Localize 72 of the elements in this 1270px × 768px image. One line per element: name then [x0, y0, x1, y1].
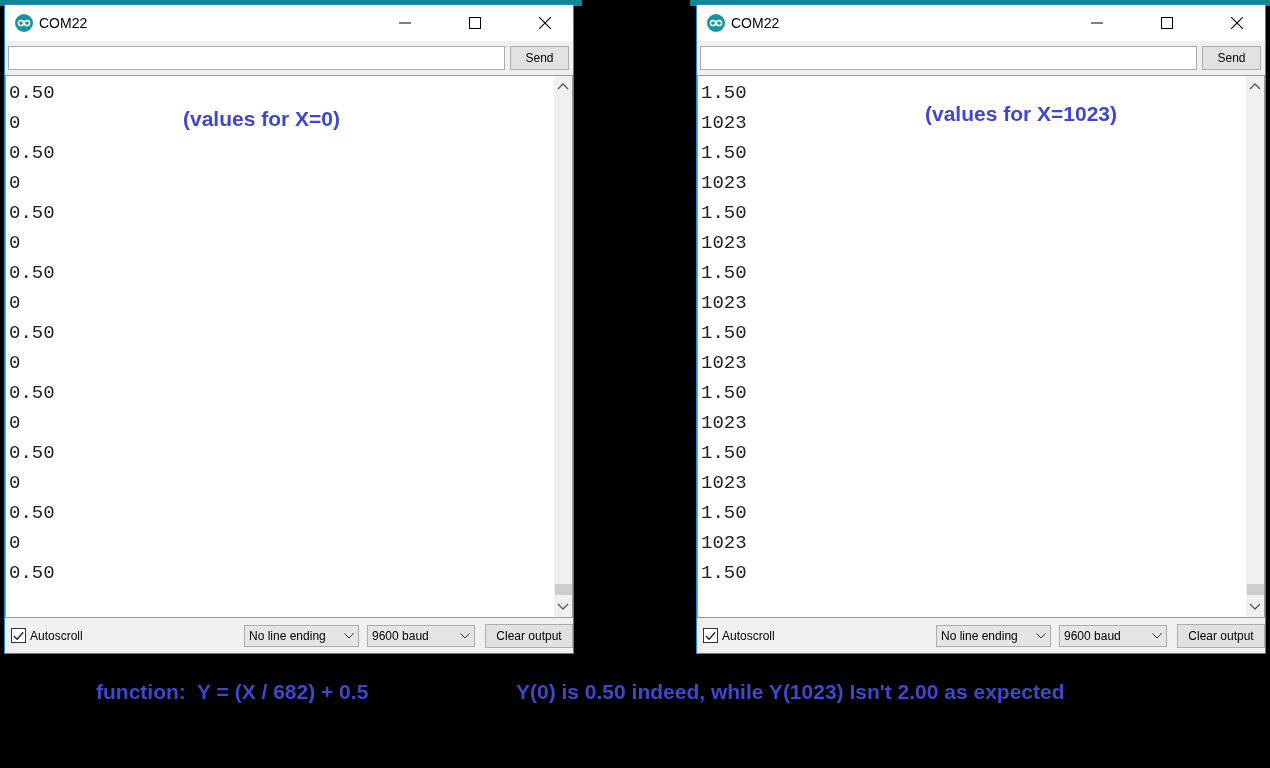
window-title: COM22 [731, 15, 780, 31]
caption: Y(0) is 0.50 indeed, while Y(1023) Isn't 2.00 as expected [516, 680, 1065, 704]
input-field[interactable] [8, 46, 505, 70]
line-ending-dropdown[interactable]: No line ending [244, 624, 359, 647]
output-line: 0 [9, 411, 21, 436]
autoscroll-label: Autoscroll [30, 628, 83, 643]
output-line: 1.50 [701, 201, 747, 226]
annotation: (values for X=0) [183, 107, 340, 131]
output-line: 1.50 [701, 81, 747, 106]
autoscroll-checkbox[interactable] [11, 628, 26, 643]
scroll-thumb[interactable] [554, 584, 572, 595]
output-line: 0 [9, 171, 21, 196]
output-line: 1023 [701, 111, 747, 136]
output-line: 0.50 [9, 141, 55, 166]
output-line: 0 [9, 231, 21, 256]
autoscroll-label: Autoscroll [722, 628, 775, 643]
caption: function: Y = (X / 682) + 0.5 [96, 680, 370, 704]
window-title: COM22 [39, 15, 88, 31]
output-line: 1.50 [701, 321, 747, 346]
output-line: 1023 [701, 171, 747, 196]
output-line: 1023 [701, 231, 747, 256]
output-line: 0.50 [9, 321, 55, 346]
output-line: 0.50 [9, 201, 55, 226]
output-line: 1023 [701, 531, 747, 556]
maximize-icon[interactable] [1161, 17, 1173, 29]
send-button[interactable]: Send [1202, 46, 1261, 70]
close-icon[interactable] [1231, 17, 1243, 29]
output-line: 0 [9, 471, 21, 496]
send-button[interactable]: Send [510, 46, 569, 70]
scroll-down-icon[interactable] [557, 603, 569, 611]
caret-icon [1152, 632, 1162, 639]
output-line: 0.50 [9, 441, 55, 466]
scrollbar[interactable] [1246, 76, 1264, 617]
maximize-icon[interactable] [469, 17, 481, 29]
output-line: 0.50 [9, 561, 55, 586]
output-line: 0 [9, 351, 21, 376]
output-line: 0.50 [9, 261, 55, 286]
caret-icon [460, 632, 470, 639]
caret-icon [1036, 632, 1046, 639]
output-line: 1.50 [701, 561, 747, 586]
output-line: 0.50 [9, 81, 55, 106]
output-line: 0 [9, 531, 21, 556]
output-line: 0.50 [9, 501, 55, 526]
caret-icon [344, 632, 354, 639]
output-line: 1023 [701, 411, 747, 436]
clear-output-button[interactable]: Clear output [485, 623, 573, 648]
output-line: 1.50 [701, 141, 747, 166]
baud-rate-dropdown[interactable]: 9600 baud [367, 624, 475, 647]
baud-rate-dropdown[interactable]: 9600 baud [1059, 624, 1167, 647]
output-line: 1.50 [701, 441, 747, 466]
scroll-thumb[interactable] [1246, 584, 1264, 595]
output-line: 1023 [701, 351, 747, 376]
clear-output-button[interactable]: Clear output [1177, 623, 1265, 648]
output-line: 1023 [701, 291, 747, 316]
output-line: 0 [9, 111, 21, 136]
output-line: 0.50 [9, 381, 55, 406]
scroll-down-icon[interactable] [1249, 603, 1261, 611]
output-line: 1.50 [701, 261, 747, 286]
app-logo-icon [15, 14, 33, 32]
close-icon[interactable] [539, 17, 551, 29]
output-line: 1.50 [701, 381, 747, 406]
line-ending-dropdown[interactable]: No line ending [936, 624, 1051, 647]
input-field[interactable] [700, 46, 1197, 70]
output-line: 1023 [701, 471, 747, 496]
annotation: (values for X=1023) [925, 102, 1117, 126]
scrollbar[interactable] [554, 76, 572, 617]
output-line: 1.50 [701, 501, 747, 526]
scroll-up-icon[interactable] [1249, 82, 1261, 90]
autoscroll-checkbox[interactable] [703, 628, 718, 643]
scroll-up-icon[interactable] [557, 82, 569, 90]
output-line: 0 [9, 291, 21, 316]
app-logo-icon [707, 14, 725, 32]
